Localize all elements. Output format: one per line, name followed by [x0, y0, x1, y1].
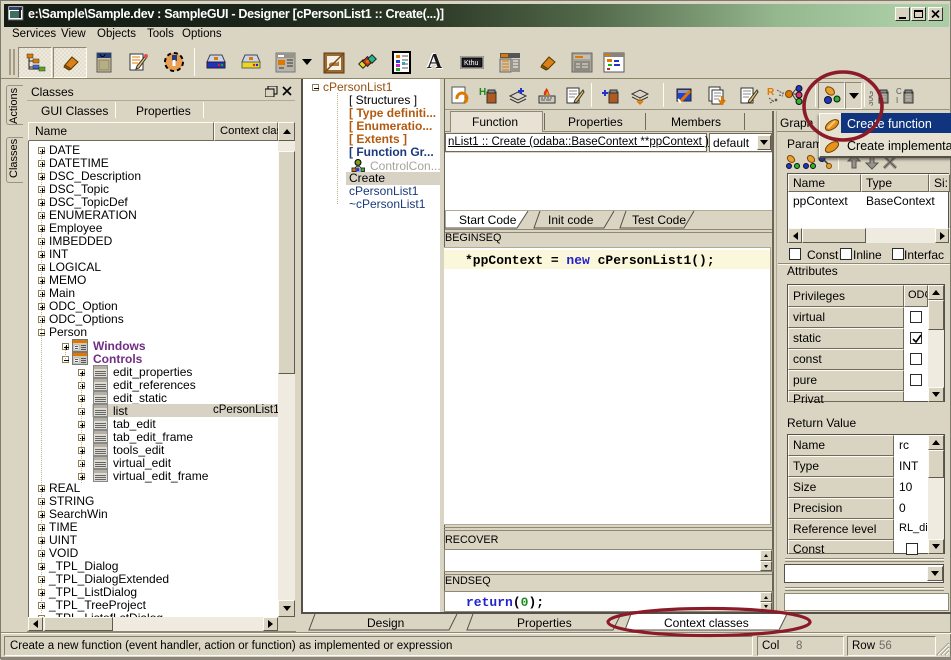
svg-text:Kthu: Kthu: [464, 60, 479, 67]
svg-text:Init code: Init code: [548, 213, 594, 227]
svg-text:I: I: [896, 96, 898, 105]
svg-text:Context classes: Context classes: [664, 616, 749, 630]
svg-text:Design: Design: [367, 616, 404, 630]
svg-text:H: H: [479, 87, 486, 98]
svg-text:C: C: [896, 87, 902, 96]
svg-text:Properties: Properties: [517, 616, 572, 630]
svg-text:30G: 30G: [869, 91, 875, 106]
svg-text:R: R: [767, 87, 775, 98]
svg-text:Test Code: Test Code: [632, 213, 686, 227]
svg-text:Start Code: Start Code: [459, 213, 517, 227]
